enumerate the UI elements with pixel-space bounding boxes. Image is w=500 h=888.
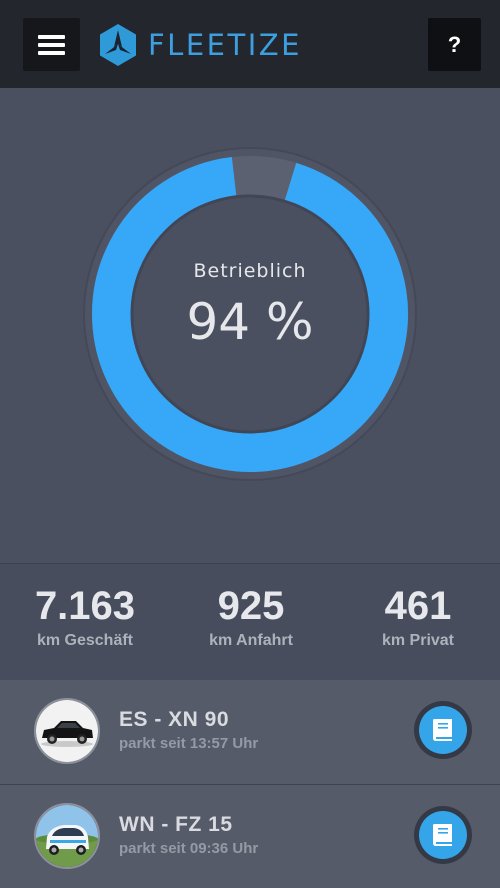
- vehicle-photo: [34, 698, 100, 764]
- app-root: FLEETIZE ? Betrieblich 94 % 7.163 km Ges…: [0, 0, 500, 888]
- usage-gauge-section: Betrieblich 94 %: [0, 88, 500, 563]
- logbook-button[interactable]: [414, 806, 472, 864]
- logbook-icon: [433, 824, 452, 846]
- logbook-icon: [433, 719, 452, 741]
- gauge-percent-value: 94 %: [186, 293, 314, 351]
- vehicle-plate: WN - FZ 15: [119, 813, 233, 836]
- help-button[interactable]: ?: [428, 18, 481, 71]
- stat-business: 7.163 km Geschäft: [0, 582, 170, 650]
- vehicle-plate: ES - XN 90: [119, 708, 230, 731]
- vehicle-list-item[interactable]: WN - FZ 15 parkt seit 09:36 Uhr: [0, 785, 500, 888]
- logbook-button[interactable]: [414, 701, 472, 759]
- stat-commute-label: km Anfahrt: [209, 632, 293, 649]
- brand-name: FLEETIZE: [148, 28, 302, 62]
- black-sedan-icon: [36, 700, 98, 762]
- stat-business-label: km Geschäft: [36, 632, 134, 649]
- vehicle-photo: [34, 803, 100, 869]
- stat-private: 461 km Privat: [333, 582, 500, 650]
- stat-private-value: 461: [384, 584, 452, 628]
- vehicle-list-item[interactable]: ES - XN 90 parkt seit 13:57 Uhr: [0, 680, 500, 785]
- menu-button[interactable]: [23, 18, 80, 71]
- app-header: FLEETIZE ?: [0, 0, 500, 88]
- vehicle-parked-status: parkt seit 09:36 Uhr: [119, 840, 259, 857]
- stat-commute-value: 925: [217, 584, 285, 628]
- stat-private-label: km Privat: [381, 632, 455, 649]
- vehicle-parked-status: parkt seit 13:57 Uhr: [119, 735, 259, 752]
- fleetize-logo-icon: [100, 24, 136, 66]
- stat-business-value: 7.163: [34, 584, 136, 628]
- smart-car-icon: [36, 805, 98, 867]
- gauge-label: Betrieblich: [193, 260, 307, 282]
- mileage-stats: 7.163 km Geschäft 925 km Anfahrt 461 km …: [0, 563, 500, 681]
- stat-commute: 925 km Anfahrt: [166, 582, 336, 650]
